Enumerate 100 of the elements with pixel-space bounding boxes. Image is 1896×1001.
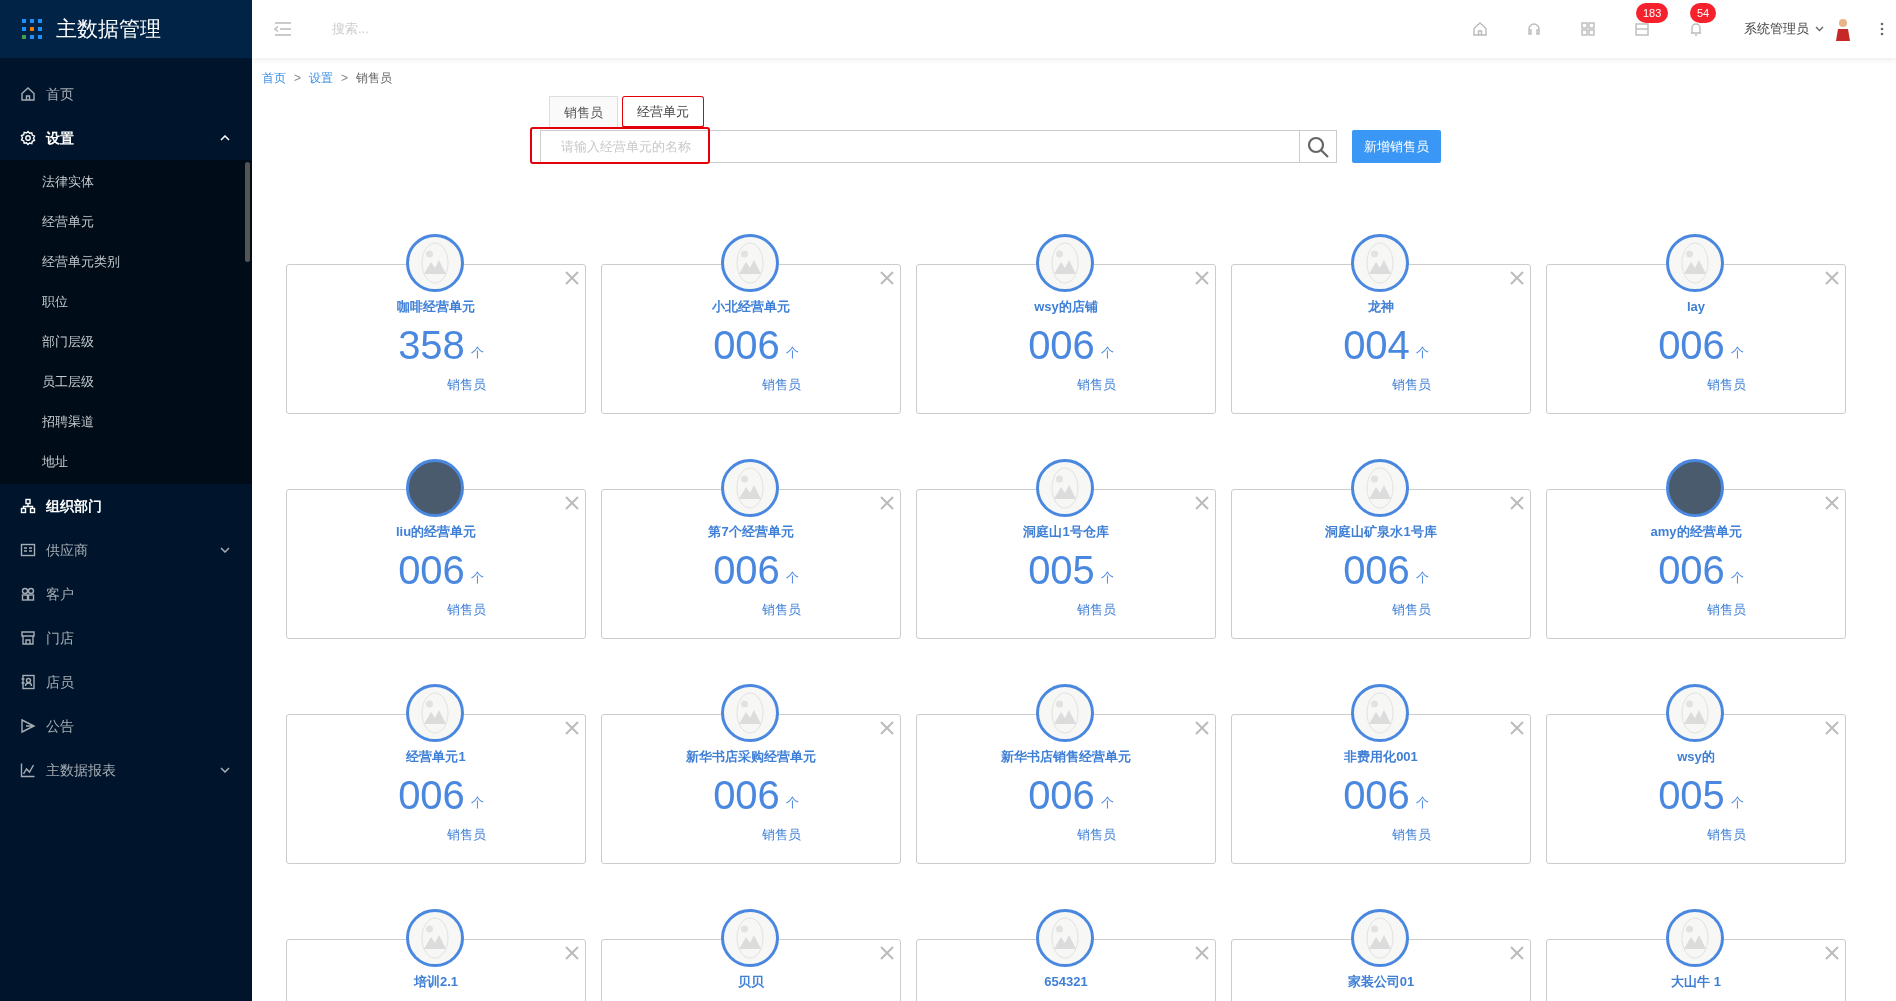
salesperson-count: 006 — [713, 547, 780, 592]
grid-icon[interactable] — [1580, 21, 1596, 37]
business-unit-card[interactable]: 非费用化001 006 个 销售员 — [1231, 714, 1531, 864]
business-unit-card[interactable]: 贝贝 — [601, 939, 901, 1001]
close-icon[interactable] — [565, 496, 579, 510]
app-title: 主数据管理 — [56, 16, 161, 43]
unit-name: 经营单元1 — [406, 748, 466, 766]
menu-item-icon — [20, 674, 36, 690]
business-unit-card[interactable]: 654321 — [916, 939, 1216, 1001]
bell-icon[interactable] — [1688, 21, 1704, 37]
close-icon[interactable] — [1510, 721, 1524, 735]
close-icon[interactable] — [1825, 496, 1839, 510]
submenu-item[interactable]: 地址 — [0, 442, 252, 482]
unit-name: 龙神 — [1368, 298, 1394, 316]
search-button[interactable] — [1300, 130, 1337, 163]
breadcrumb-separator: > — [294, 70, 301, 87]
close-icon[interactable] — [1825, 271, 1839, 285]
count-unit: 个 — [785, 344, 799, 362]
count-unit: 个 — [1100, 344, 1114, 362]
count-label: 销售员 — [761, 825, 801, 844]
breadcrumb-link[interactable]: 设置 — [309, 69, 333, 87]
headset-icon[interactable] — [1526, 21, 1542, 37]
more-icon[interactable] — [1880, 22, 1884, 36]
submenu-item[interactable]: 职位 — [0, 282, 252, 322]
menu-item-icon — [20, 130, 36, 146]
add-salesperson-button[interactable]: 新增销售员 — [1352, 130, 1441, 163]
salesperson-count: 006 — [713, 772, 780, 817]
count-label: 销售员 — [446, 600, 486, 619]
close-icon[interactable] — [1825, 721, 1839, 735]
sidebar-item[interactable]: 客户 — [0, 572, 252, 616]
close-icon[interactable] — [1510, 271, 1524, 285]
business-unit-card[interactable]: 第7个经营单元 006 个 销售员 — [601, 489, 901, 639]
unit-name: 洞庭山1号仓库 — [1023, 523, 1109, 541]
scrollbar[interactable] — [245, 162, 250, 262]
user-menu[interactable]: 系统管理员 — [1744, 19, 1824, 39]
submenu-item[interactable]: 经营单元 — [0, 202, 252, 242]
business-unit-card[interactable]: liu的经营单元 006 个 销售员 — [286, 489, 586, 639]
count-label: 销售员 — [1706, 375, 1746, 394]
sidebar-item[interactable]: 店员 — [0, 660, 252, 704]
unit-name: 大山牛 1 — [1671, 973, 1721, 991]
avatar-icon[interactable] — [1834, 17, 1852, 41]
business-unit-card[interactable]: 经营单元1 006 个 销售员 — [286, 714, 586, 864]
message-icon[interactable] — [1634, 21, 1650, 37]
submenu-item[interactable]: 经营单元类别 — [0, 242, 252, 282]
close-icon[interactable] — [880, 721, 894, 735]
sidebar-item[interactable]: 门店 — [0, 616, 252, 660]
close-icon[interactable] — [1195, 496, 1209, 510]
breadcrumb-link[interactable]: 首页 — [262, 69, 286, 87]
search-icon — [1306, 134, 1330, 159]
close-icon[interactable] — [880, 496, 894, 510]
business-unit-card[interactable]: wsy的 005 个 销售员 — [1546, 714, 1846, 864]
close-icon[interactable] — [565, 721, 579, 735]
close-icon[interactable] — [565, 946, 579, 960]
count-unit: 个 — [1730, 794, 1744, 812]
close-icon[interactable] — [1195, 946, 1209, 960]
menu-item-icon — [20, 542, 36, 558]
business-unit-card[interactable]: 龙神 004 个 销售员 — [1231, 264, 1531, 414]
sidebar-item[interactable]: 公告 — [0, 704, 252, 748]
sidebar-item[interactable]: 组织部门 — [0, 484, 252, 528]
submenu-item[interactable]: 法律实体 — [0, 162, 252, 202]
submenu-item[interactable]: 员工层级 — [0, 362, 252, 402]
close-icon[interactable] — [1195, 271, 1209, 285]
business-unit-card[interactable]: 大山牛 1 — [1546, 939, 1846, 1001]
submenu-item[interactable]: 部门层级 — [0, 322, 252, 362]
submenu-item[interactable]: 招聘渠道 — [0, 402, 252, 442]
close-icon[interactable] — [1510, 946, 1524, 960]
sidebar-item[interactable]: 供应商 — [0, 528, 252, 572]
notification-badge: 54 — [1690, 3, 1717, 23]
unit-name: wsy的 — [1677, 748, 1715, 766]
business-unit-card[interactable]: 咖啡经营单元 358 个 销售员 — [286, 264, 586, 414]
unit-name: 小北经营单元 — [712, 298, 790, 316]
business-unit-card[interactable]: 家装公司01 — [1231, 939, 1531, 1001]
close-icon[interactable] — [1510, 496, 1524, 510]
close-icon[interactable] — [1825, 946, 1839, 960]
business-unit-card[interactable]: wsy的店铺 006 个 销售员 — [916, 264, 1216, 414]
sidebar-item[interactable]: 主数据报表 — [0, 748, 252, 792]
business-unit-card[interactable]: 培训2.1 — [286, 939, 586, 1001]
unit-name: 第7个经营单元 — [708, 523, 794, 541]
business-unit-card[interactable]: 洞庭山矿泉水1号库 006 个 销售员 — [1231, 489, 1531, 639]
home-icon[interactable] — [1472, 21, 1488, 37]
count-label: 销售员 — [1076, 600, 1116, 619]
tab[interactable]: 销售员 — [549, 96, 618, 128]
close-icon[interactable] — [880, 946, 894, 960]
tab[interactable]: 经营单元 — [622, 96, 704, 128]
breadcrumb-current: 销售员 — [356, 70, 393, 87]
business-unit-card[interactable]: 洞庭山1号仓库 005 个 销售员 — [916, 489, 1216, 639]
close-icon[interactable] — [565, 271, 579, 285]
menu-icon[interactable] — [274, 22, 292, 36]
business-unit-card[interactable]: 新华书店销售经营单元 006 个 销售员 — [916, 714, 1216, 864]
close-icon[interactable] — [1195, 721, 1209, 735]
close-icon[interactable] — [880, 271, 894, 285]
business-unit-card[interactable]: 小北经营单元 006 个 销售员 — [601, 264, 901, 414]
business-unit-card[interactable]: amy的经营单元 006 个 销售员 — [1546, 489, 1846, 639]
count-unit: 个 — [470, 344, 484, 362]
sidebar-item[interactable]: 首页 — [0, 72, 252, 116]
business-unit-card[interactable]: lay 006 个 销售员 — [1546, 264, 1846, 414]
unit-name: 培训2.1 — [413, 973, 459, 991]
business-unit-card[interactable]: 新华书店采购经营单元 006 个 销售员 — [601, 714, 901, 864]
unit-name: 咖啡经营单元 — [397, 298, 475, 316]
sidebar-item[interactable]: 设置 — [0, 116, 252, 160]
